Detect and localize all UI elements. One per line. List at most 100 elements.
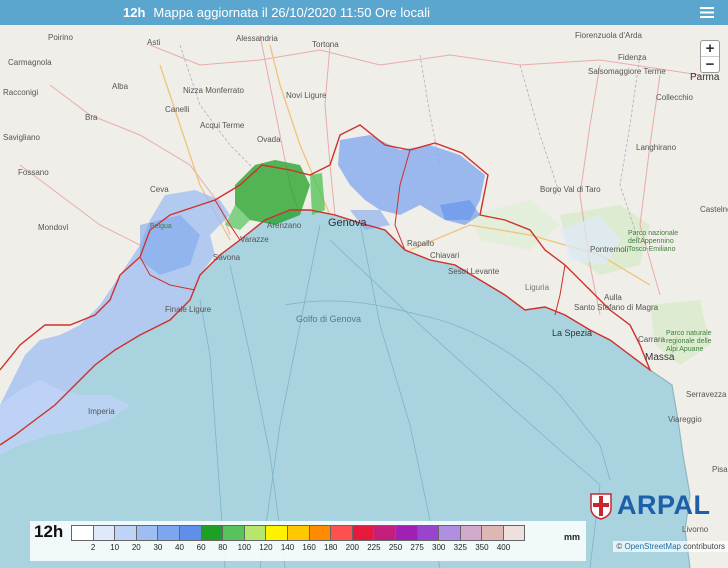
map-label-city: Castelnovo ne' Monti xyxy=(700,205,728,214)
map-label-city: Arenzano xyxy=(267,221,302,230)
copyright-symbol: © xyxy=(616,542,623,551)
legend-tick-label: 2 xyxy=(90,543,96,552)
legend-swatch xyxy=(157,525,180,541)
attribution-suffix: contributors xyxy=(683,542,725,551)
legend-swatch xyxy=(373,525,396,541)
period-label: 12h xyxy=(123,5,146,20)
map-label-city: Fiorenzuola d'Arda xyxy=(575,31,642,40)
legend-tick-label: 250 xyxy=(388,543,403,552)
legend-swatches xyxy=(71,525,526,541)
arpal-logo: ARPAL xyxy=(589,490,711,521)
map-label-city: Asti xyxy=(147,38,161,47)
legend-swatch xyxy=(222,525,245,541)
map-label-city: Varazze xyxy=(240,235,269,244)
map-label-city: Parma xyxy=(690,72,720,83)
map-label-city: Chiavari xyxy=(430,251,460,260)
legend-tick-label: 200 xyxy=(345,543,359,552)
map-label-city: Savona xyxy=(213,253,241,262)
legend-swatch xyxy=(243,525,267,541)
map-label-park: Parco naturale regionale delle Alpi Apua… xyxy=(666,330,712,353)
legend-swatch xyxy=(265,525,288,541)
legend-tick-label: 30 xyxy=(153,543,163,552)
map-label-park: Parco nazionale dell'Appennino Tosco-Emi… xyxy=(628,230,679,253)
map-label-city: Liguria xyxy=(525,283,550,292)
legend-tick-label: 10 xyxy=(110,543,120,552)
map-label-city: Mondovì xyxy=(38,223,69,232)
legend-swatch xyxy=(459,525,483,541)
hamburger-menu-icon[interactable] xyxy=(692,0,722,25)
map-label-city: Imperia xyxy=(88,407,115,416)
legend-swatch xyxy=(92,525,116,541)
map-label-city: Finale Ligure xyxy=(165,305,212,314)
legend-tick-label: 400 xyxy=(496,543,511,552)
map-label-city: Livorno xyxy=(682,525,709,534)
legend-swatch xyxy=(308,525,332,541)
legend-swatch xyxy=(114,525,137,541)
legend-unit: mm xyxy=(564,532,581,542)
legend-tick-label: 225 xyxy=(367,543,381,552)
map-label-city: Genova xyxy=(328,217,367,229)
map-label-city: Alba xyxy=(112,82,129,91)
legend-swatch xyxy=(178,525,202,541)
liguria-cross-emblem-icon xyxy=(590,492,612,520)
map-label-park: Beigua xyxy=(150,223,172,230)
precipitation-map[interactable]: Asti Alessandria Tortona Carmagnola Poir… xyxy=(0,25,728,568)
map-label-city: Rapallo xyxy=(407,239,435,248)
map-label-city: Salsomaggiore Terme xyxy=(588,67,666,76)
map-label-city: Pisa xyxy=(712,465,728,474)
map-label-city: Acqui Terme xyxy=(200,121,245,130)
legend-swatch xyxy=(394,525,418,541)
map-label-city: Racconigi xyxy=(3,88,39,97)
map-label-city: Pontremoli xyxy=(590,245,629,254)
top-bar: 12h Mappa aggiornata il 26/10/2020 11:50… xyxy=(0,0,728,25)
map-label-sea: Golfo di Genova xyxy=(296,314,362,324)
logo-text: ARPAL xyxy=(617,490,711,520)
legend-tick-label: 325 xyxy=(453,543,467,552)
legend-swatch xyxy=(135,525,159,541)
map-label-city: Tortona xyxy=(312,40,339,49)
legend-ticks: 2 10 20 30 40 60 80 100 120 140 160 180 200 225 250 275… xyxy=(71,543,551,555)
map-label-city: La Spezia xyxy=(552,328,593,338)
legend-swatch xyxy=(330,525,353,541)
map-label-city: Poirino xyxy=(48,33,73,42)
legend-tick-label: 60 xyxy=(196,543,206,552)
zoom-control: + − xyxy=(700,40,720,73)
zoom-out-button[interactable]: − xyxy=(701,56,719,72)
legend-tick-label: 120 xyxy=(259,543,273,552)
legend-swatch xyxy=(416,525,440,541)
legend-swatch xyxy=(286,525,310,541)
legend-swatch xyxy=(200,525,224,541)
legend-swatch xyxy=(438,525,461,541)
map-label-city: Langhirano xyxy=(636,143,677,152)
legend-tick-label: 80 xyxy=(218,543,228,552)
zoom-in-button[interactable]: + xyxy=(701,41,719,56)
map-attribution: © OpenStreetMap contributors xyxy=(613,541,728,552)
legend-swatch xyxy=(71,525,94,541)
legend-tick-label: 140 xyxy=(280,543,295,552)
legend-swatch xyxy=(502,525,526,541)
map-label-city: Bra xyxy=(85,113,98,122)
map-label-city: Carrara xyxy=(638,335,666,344)
map-label-city: Viareggio xyxy=(668,415,702,424)
map-label-city: Novi Ligure xyxy=(286,91,327,100)
openstreetmap-link[interactable]: OpenStreetMap xyxy=(624,542,680,551)
legend-swatch xyxy=(481,525,504,541)
legend-tick-label: 20 xyxy=(131,543,141,552)
precipitation-legend: 12h 2 10 20 30 40 60 80 100 120 140 160 180 200 225 25… xyxy=(30,521,586,561)
map-label-city: Aulla xyxy=(604,293,622,302)
map-label-city: Serravezza xyxy=(686,390,727,399)
legend-tick-label: 40 xyxy=(175,543,184,552)
legend-tick-label: 160 xyxy=(302,543,316,552)
map-label-city: Santo Stefano di Magra xyxy=(574,303,659,312)
map-label-city: Sestri Levante xyxy=(448,267,500,276)
map-update-title: Mappa aggiornata il 26/10/2020 11:50 Ore… xyxy=(153,5,430,20)
map-label-city: Nizza Monferrato xyxy=(183,86,244,95)
legend-tick-label: 275 xyxy=(410,543,424,552)
legend-tick-label: 300 xyxy=(432,543,446,552)
map-label-city: Ovada xyxy=(257,135,281,144)
legend-period-label: 12h xyxy=(34,522,64,541)
map-label-city: Carmagnola xyxy=(8,58,52,67)
map-label-city: Fossano xyxy=(18,168,49,177)
legend-tick-label: 100 xyxy=(237,543,251,552)
map-label-city: Ceva xyxy=(150,185,169,194)
